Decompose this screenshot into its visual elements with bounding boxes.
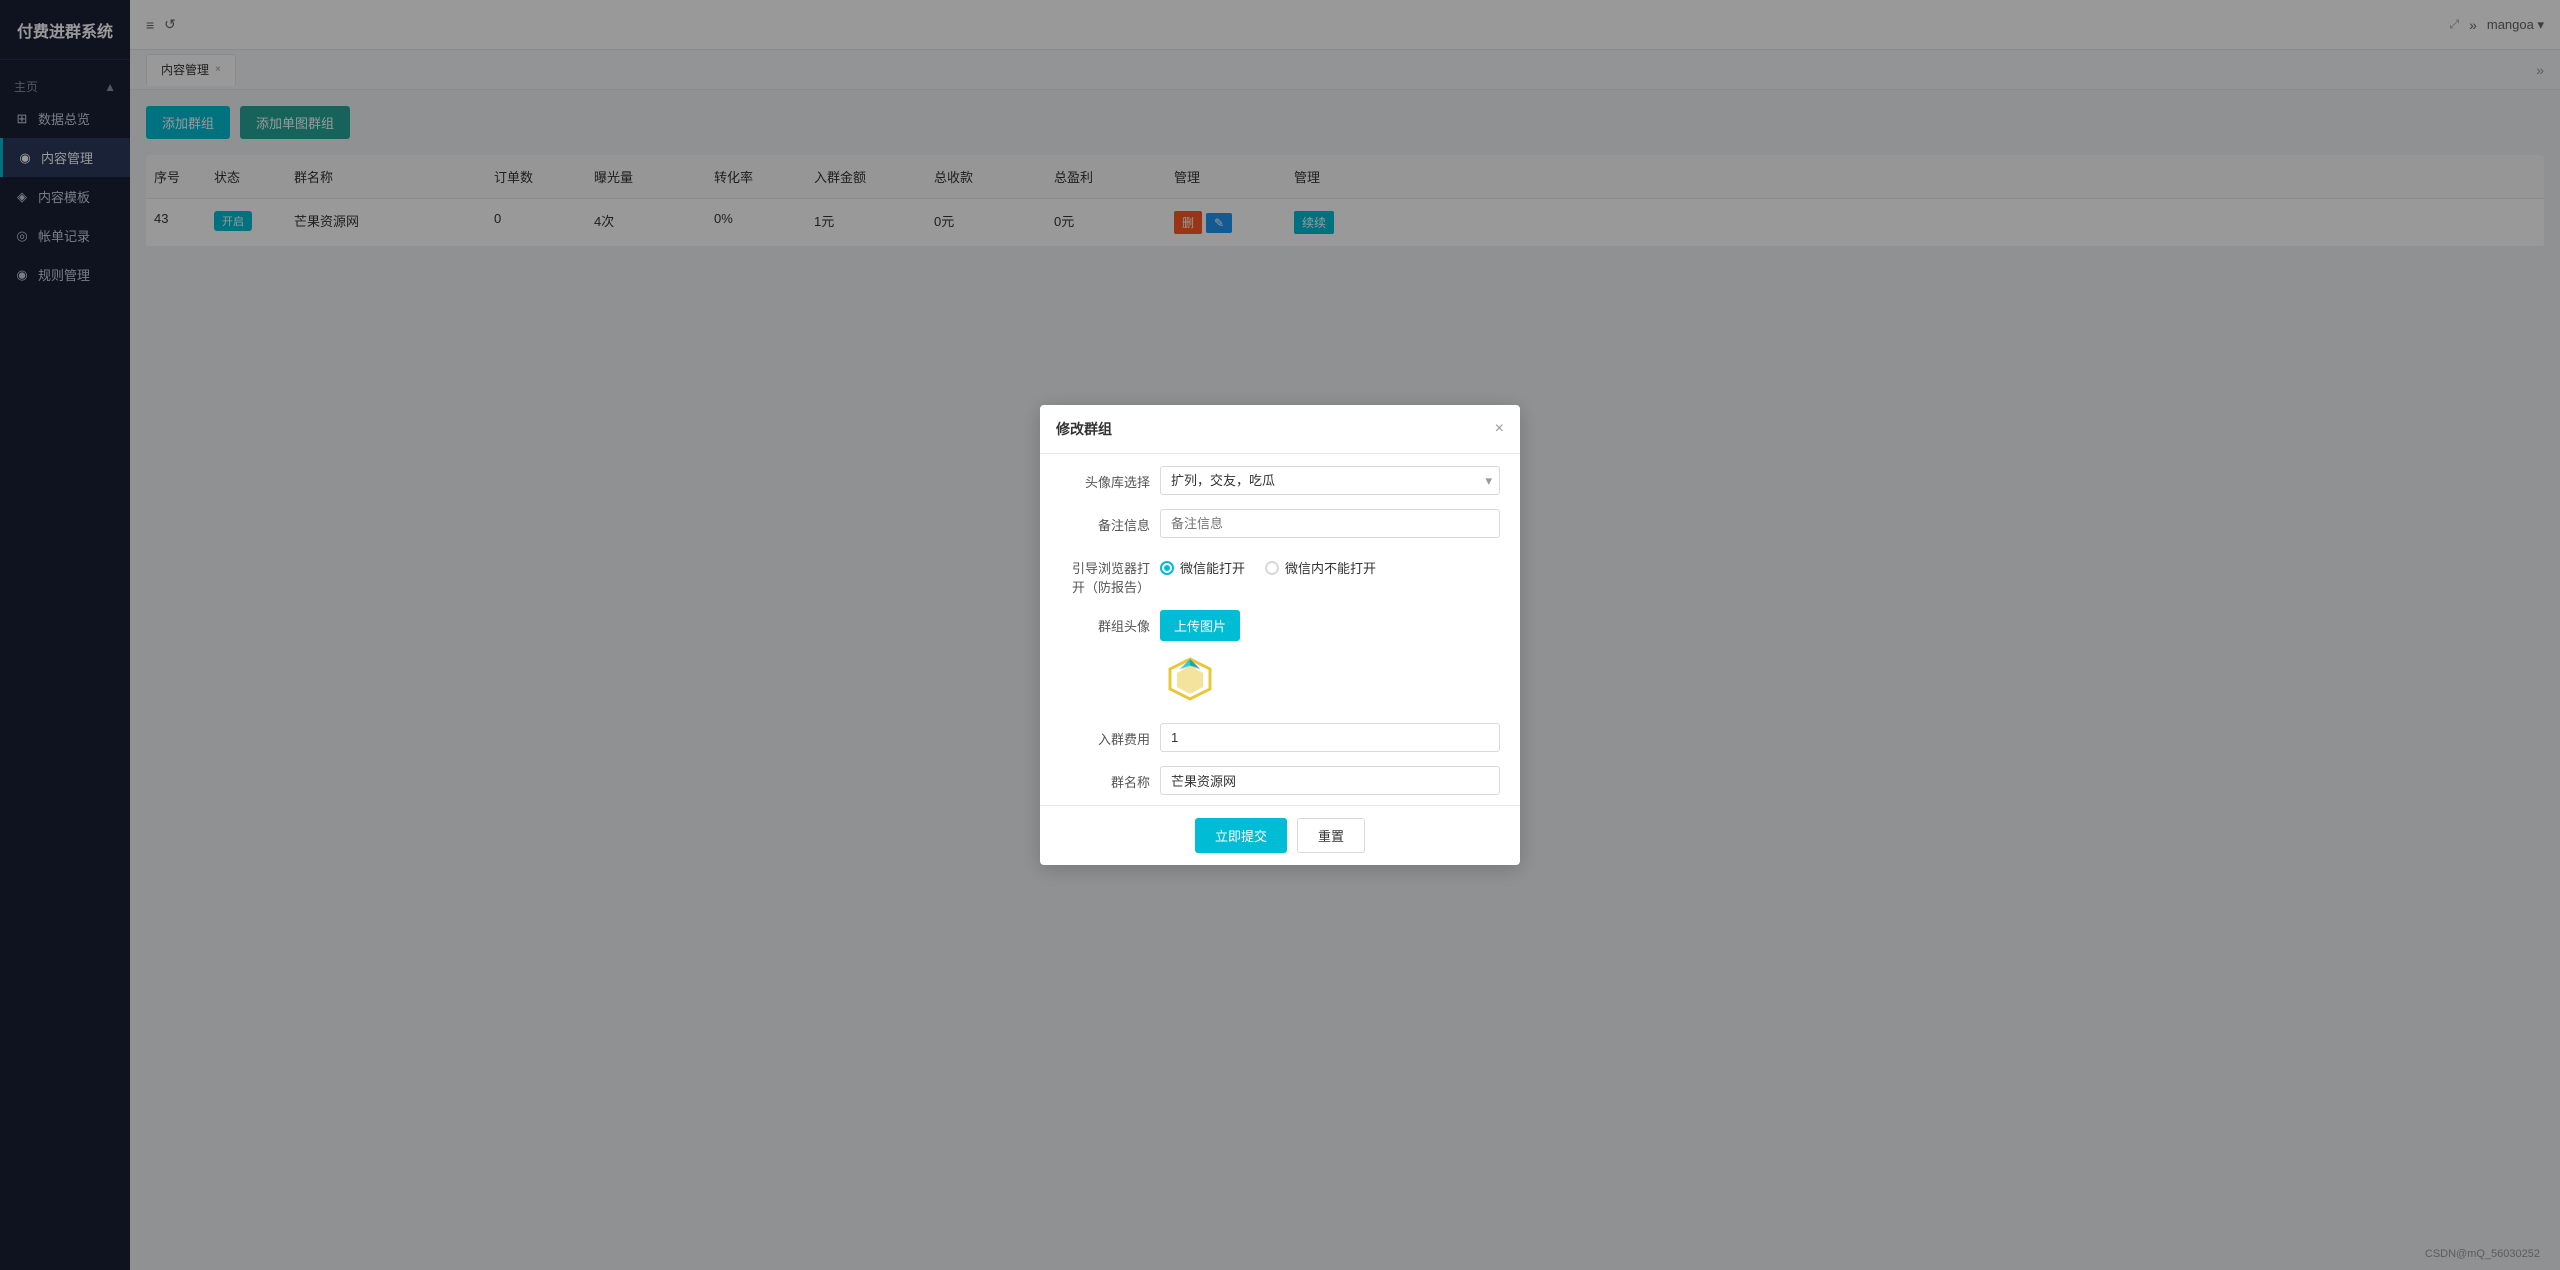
modal-header: 修改群组 × xyxy=(1040,405,1520,454)
group-name-input[interactable] xyxy=(1160,766,1500,795)
upload-area xyxy=(1160,649,1500,709)
upload-image-button[interactable]: 上传图片 xyxy=(1160,610,1240,641)
radio-label-2: 微信内不能打开 xyxy=(1285,558,1376,577)
join-fee-label: 入群费用 xyxy=(1060,723,1160,748)
modal-footer: 立即提交 重置 xyxy=(1040,805,1520,865)
join-fee-row: 入群费用 xyxy=(1060,723,1500,752)
remark-control xyxy=(1160,509,1500,538)
avatar-library-label: 头像库选择 xyxy=(1060,466,1160,491)
avatar-library-row: 头像库选择 扩列，交友，吃瓜 xyxy=(1060,466,1500,495)
browser-open-label: 引导浏览器打开（防报告） xyxy=(1060,552,1160,596)
edit-group-modal: 修改群组 × 头像库选择 扩列，交友，吃瓜 备注信息 xyxy=(1040,405,1520,865)
submit-button[interactable]: 立即提交 xyxy=(1195,818,1287,853)
avatar-library-select-wrapper: 扩列，交友，吃瓜 xyxy=(1160,466,1500,495)
join-fee-control xyxy=(1160,723,1500,752)
browser-open-row: 引导浏览器打开（防报告） 微信能打开 微信内不能打开 xyxy=(1060,552,1500,596)
radio-label-1: 微信能打开 xyxy=(1180,558,1245,577)
group-name-label: 群名称 xyxy=(1060,766,1160,791)
modal-title: 修改群组 xyxy=(1056,419,1112,439)
modal-body: 头像库选择 扩列，交友，吃瓜 备注信息 xyxy=(1040,454,1520,805)
radio-wechat-cannot[interactable]: 微信内不能打开 xyxy=(1265,558,1376,577)
sketch-icon xyxy=(1160,649,1220,709)
group-avatar-label: 群组头像 xyxy=(1060,610,1160,635)
avatar-library-control: 扩列，交友，吃瓜 xyxy=(1160,466,1500,495)
remark-row: 备注信息 xyxy=(1060,509,1500,538)
radio-group: 微信能打开 微信内不能打开 xyxy=(1160,552,1500,577)
group-name-control xyxy=(1160,766,1500,795)
browser-open-control: 微信能打开 微信内不能打开 xyxy=(1160,552,1500,577)
group-name-row: 群名称 xyxy=(1060,766,1500,795)
radio-wechat-can[interactable]: 微信能打开 xyxy=(1160,558,1245,577)
avatar-library-select[interactable]: 扩列，交友，吃瓜 xyxy=(1160,466,1500,495)
remark-label: 备注信息 xyxy=(1060,509,1160,534)
remark-input[interactable] xyxy=(1160,509,1500,538)
browser-open-label-text: 引导浏览器打开（防报告） xyxy=(1072,561,1150,595)
modal-close-button[interactable]: × xyxy=(1495,420,1504,438)
radio-dot-selected xyxy=(1160,561,1174,575)
sketch-svg xyxy=(1165,654,1215,704)
reset-button[interactable]: 重置 xyxy=(1297,818,1365,853)
group-avatar-control: 上传图片 xyxy=(1160,610,1500,709)
join-fee-input[interactable] xyxy=(1160,723,1500,752)
modal-overlay: 修改群组 × 头像库选择 扩列，交友，吃瓜 备注信息 xyxy=(0,0,2560,1270)
group-avatar-row: 群组头像 上传图片 xyxy=(1060,610,1500,709)
radio-dot-unselected xyxy=(1265,561,1279,575)
